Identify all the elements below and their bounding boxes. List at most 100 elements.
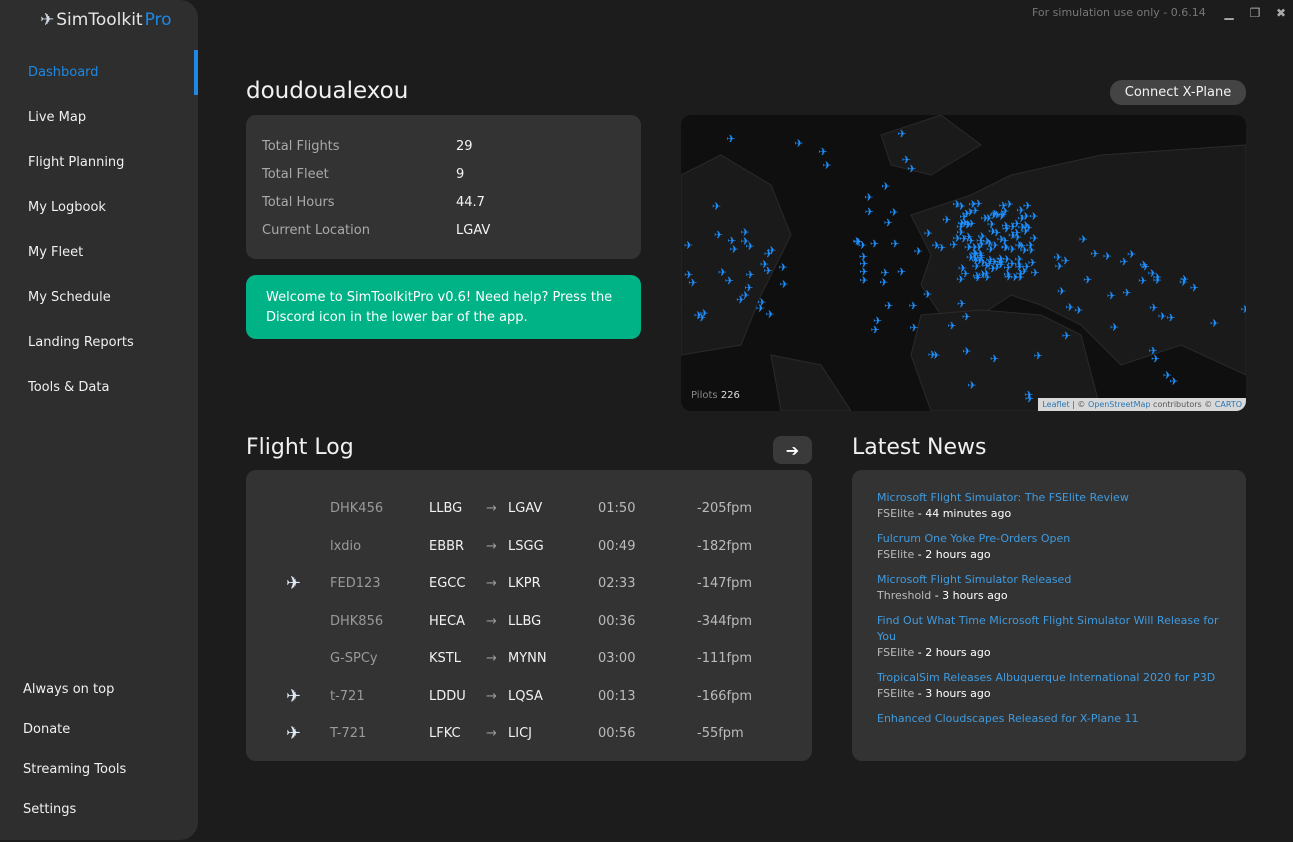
pilot-plane-marker[interactable]: ✈: [1107, 289, 1116, 302]
pilot-plane-marker[interactable]: ✈: [1014, 258, 1023, 271]
pilot-plane-marker[interactable]: ✈: [778, 261, 787, 274]
pilot-plane-marker[interactable]: ✈: [957, 298, 966, 311]
pilot-plane-marker[interactable]: ✈: [984, 212, 993, 225]
pilot-plane-marker[interactable]: ✈: [818, 146, 827, 159]
flight-log-row[interactable]: ✈ FED123 EGCC → LKPR 02:33 -147fpm: [246, 565, 812, 603]
pilot-plane-marker[interactable]: ✈: [880, 267, 889, 280]
flight-log-row[interactable]: ✈ T-721 LFKC → LICJ 00:56 -55fpm: [246, 715, 812, 753]
pilot-plane-marker[interactable]: ✈: [923, 288, 932, 301]
pilot-plane-marker[interactable]: ✈: [1158, 310, 1167, 323]
news-link[interactable]: Find Out What Time Microsoft Flight Simu…: [877, 613, 1221, 645]
sidebar-item-my-logbook[interactable]: My Logbook: [0, 185, 198, 230]
pilot-plane-marker[interactable]: ✈: [1190, 282, 1199, 295]
connect-xplane-button[interactable]: Connect X-Plane: [1110, 80, 1246, 105]
carto-link[interactable]: CARTO: [1215, 400, 1242, 409]
pilot-plane-marker[interactable]: ✈: [756, 302, 765, 315]
pilot-plane-marker[interactable]: ✈: [1169, 375, 1178, 388]
news-link[interactable]: Enhanced Cloudscapes Released for X-Plan…: [877, 711, 1221, 727]
pilot-plane-marker[interactable]: ✈: [881, 180, 890, 193]
pilot-plane-marker[interactable]: ✈: [978, 230, 987, 243]
pilot-plane-marker[interactable]: ✈: [907, 162, 916, 175]
pilot-plane-marker[interactable]: ✈: [1120, 255, 1129, 268]
pilot-plane-marker[interactable]: ✈: [1057, 285, 1066, 298]
pilot-plane-marker[interactable]: ✈: [865, 205, 874, 218]
pilot-plane-marker[interactable]: ✈: [700, 307, 709, 320]
pilot-plane-marker[interactable]: ✈: [1241, 303, 1246, 316]
pilot-plane-marker[interactable]: ✈: [1148, 267, 1157, 280]
leaflet-link[interactable]: Leaflet: [1042, 400, 1069, 409]
pilot-plane-marker[interactable]: ✈: [971, 204, 980, 217]
pilot-plane-marker[interactable]: ✈: [1079, 233, 1088, 246]
flight-log-row[interactable]: lxdio EBBR → LSGG 00:49 -182fpm: [246, 528, 812, 566]
pilot-plane-marker[interactable]: ✈: [909, 321, 918, 334]
pilot-plane-marker[interactable]: ✈: [978, 268, 987, 281]
pilot-plane-marker[interactable]: ✈: [714, 229, 723, 242]
pilot-plane-marker[interactable]: ✈: [1030, 266, 1039, 279]
pilot-plane-marker[interactable]: ✈: [1020, 244, 1029, 257]
pilot-plane-marker[interactable]: ✈: [1110, 321, 1119, 334]
pilot-plane-marker[interactable]: ✈: [684, 269, 693, 282]
sidebar-item-streaming-tools[interactable]: Streaming Tools: [0, 750, 198, 790]
pilot-plane-marker[interactable]: ✈: [764, 265, 773, 278]
pilot-plane-marker[interactable]: ✈: [947, 319, 956, 332]
sidebar-item-settings[interactable]: Settings: [0, 790, 198, 830]
pilot-plane-marker[interactable]: ✈: [1000, 234, 1009, 247]
pilot-plane-marker[interactable]: ✈: [1025, 393, 1034, 406]
pilot-plane-marker[interactable]: ✈: [998, 209, 1007, 222]
pilot-plane-marker[interactable]: ✈: [859, 257, 868, 270]
sidebar-item-my-fleet[interactable]: My Fleet: [0, 230, 198, 275]
news-link[interactable]: TropicalSim Releases Albuquerque Interna…: [877, 670, 1221, 686]
pilot-plane-marker[interactable]: ✈: [884, 300, 893, 313]
flight-log-row[interactable]: DHK456 LLBG → LGAV 01:50 -205fpm: [246, 490, 812, 528]
pilot-plane-marker[interactable]: ✈: [1151, 352, 1160, 365]
pilot-plane-marker[interactable]: ✈: [870, 238, 879, 251]
pilot-plane-marker[interactable]: ✈: [1083, 273, 1092, 286]
pilot-plane-marker[interactable]: ✈: [681, 304, 682, 317]
sidebar-item-live-map[interactable]: Live Map: [0, 95, 198, 140]
pilot-plane-marker[interactable]: ✈: [1034, 349, 1043, 362]
pilot-plane-marker[interactable]: ✈: [1166, 312, 1175, 325]
pilot-plane-marker[interactable]: ✈: [684, 239, 693, 252]
pilot-plane-marker[interactable]: ✈: [1065, 301, 1074, 314]
pilot-plane-marker[interactable]: ✈: [970, 252, 979, 265]
pilot-plane-marker[interactable]: ✈: [1003, 268, 1012, 281]
pilot-plane-marker[interactable]: ✈: [780, 278, 789, 291]
pilot-plane-marker[interactable]: ✈: [1090, 248, 1099, 261]
pilot-plane-marker[interactable]: ✈: [741, 289, 750, 302]
pilot-plane-marker[interactable]: ✈: [746, 269, 755, 282]
pilot-plane-marker[interactable]: ✈: [967, 217, 976, 230]
pilot-plane-marker[interactable]: ✈: [1210, 317, 1219, 330]
pilot-plane-marker[interactable]: ✈: [1021, 219, 1030, 232]
pilot-plane-marker[interactable]: ✈: [1180, 273, 1189, 286]
pilot-plane-marker[interactable]: ✈: [897, 266, 906, 279]
pilot-plane-marker[interactable]: ✈: [990, 352, 999, 365]
news-link[interactable]: Microsoft Flight Simulator Released: [877, 572, 1221, 588]
pilot-plane-marker[interactable]: ✈: [1138, 274, 1147, 287]
pilot-plane-marker[interactable]: ✈: [726, 133, 735, 146]
sidebar-item-dashboard[interactable]: Dashboard: [0, 50, 198, 95]
pilot-plane-marker[interactable]: ✈: [864, 191, 873, 204]
pilot-plane-marker[interactable]: ✈: [884, 217, 893, 230]
pilot-plane-marker[interactable]: ✈: [767, 244, 776, 257]
pilot-plane-marker[interactable]: ✈: [727, 234, 736, 247]
pilot-plane-marker[interactable]: ✈: [725, 274, 734, 287]
pilot-plane-marker[interactable]: ✈: [914, 245, 923, 258]
pilot-plane-marker[interactable]: ✈: [712, 200, 721, 213]
pilot-plane-marker[interactable]: ✈: [741, 226, 750, 239]
pilot-plane-marker[interactable]: ✈: [897, 127, 906, 140]
sidebar-item-tools-data[interactable]: Tools & Data: [0, 365, 198, 410]
pilot-plane-marker[interactable]: ✈: [823, 159, 832, 172]
news-link[interactable]: Fulcrum One Yoke Pre-Orders Open: [877, 531, 1221, 547]
pilot-plane-marker[interactable]: ✈: [962, 311, 971, 324]
pilot-plane-marker[interactable]: ✈: [932, 239, 941, 252]
pilot-plane-marker[interactable]: ✈: [909, 300, 918, 313]
flight-log-row[interactable]: DHK856 HECA → LLBG 00:36 -344fpm: [246, 603, 812, 641]
pilot-plane-marker[interactable]: ✈: [956, 273, 965, 286]
news-link[interactable]: Microsoft Flight Simulator: The FSElite …: [877, 490, 1221, 506]
pilot-plane-marker[interactable]: ✈: [852, 235, 861, 248]
pilot-plane-marker[interactable]: ✈: [928, 348, 937, 361]
restore-icon[interactable]: ❐: [1248, 6, 1262, 20]
minimize-icon[interactable]: ▁: [1222, 6, 1236, 20]
pilot-plane-marker[interactable]: ✈: [1062, 329, 1071, 342]
sidebar-item-flight-planning[interactable]: Flight Planning: [0, 140, 198, 185]
